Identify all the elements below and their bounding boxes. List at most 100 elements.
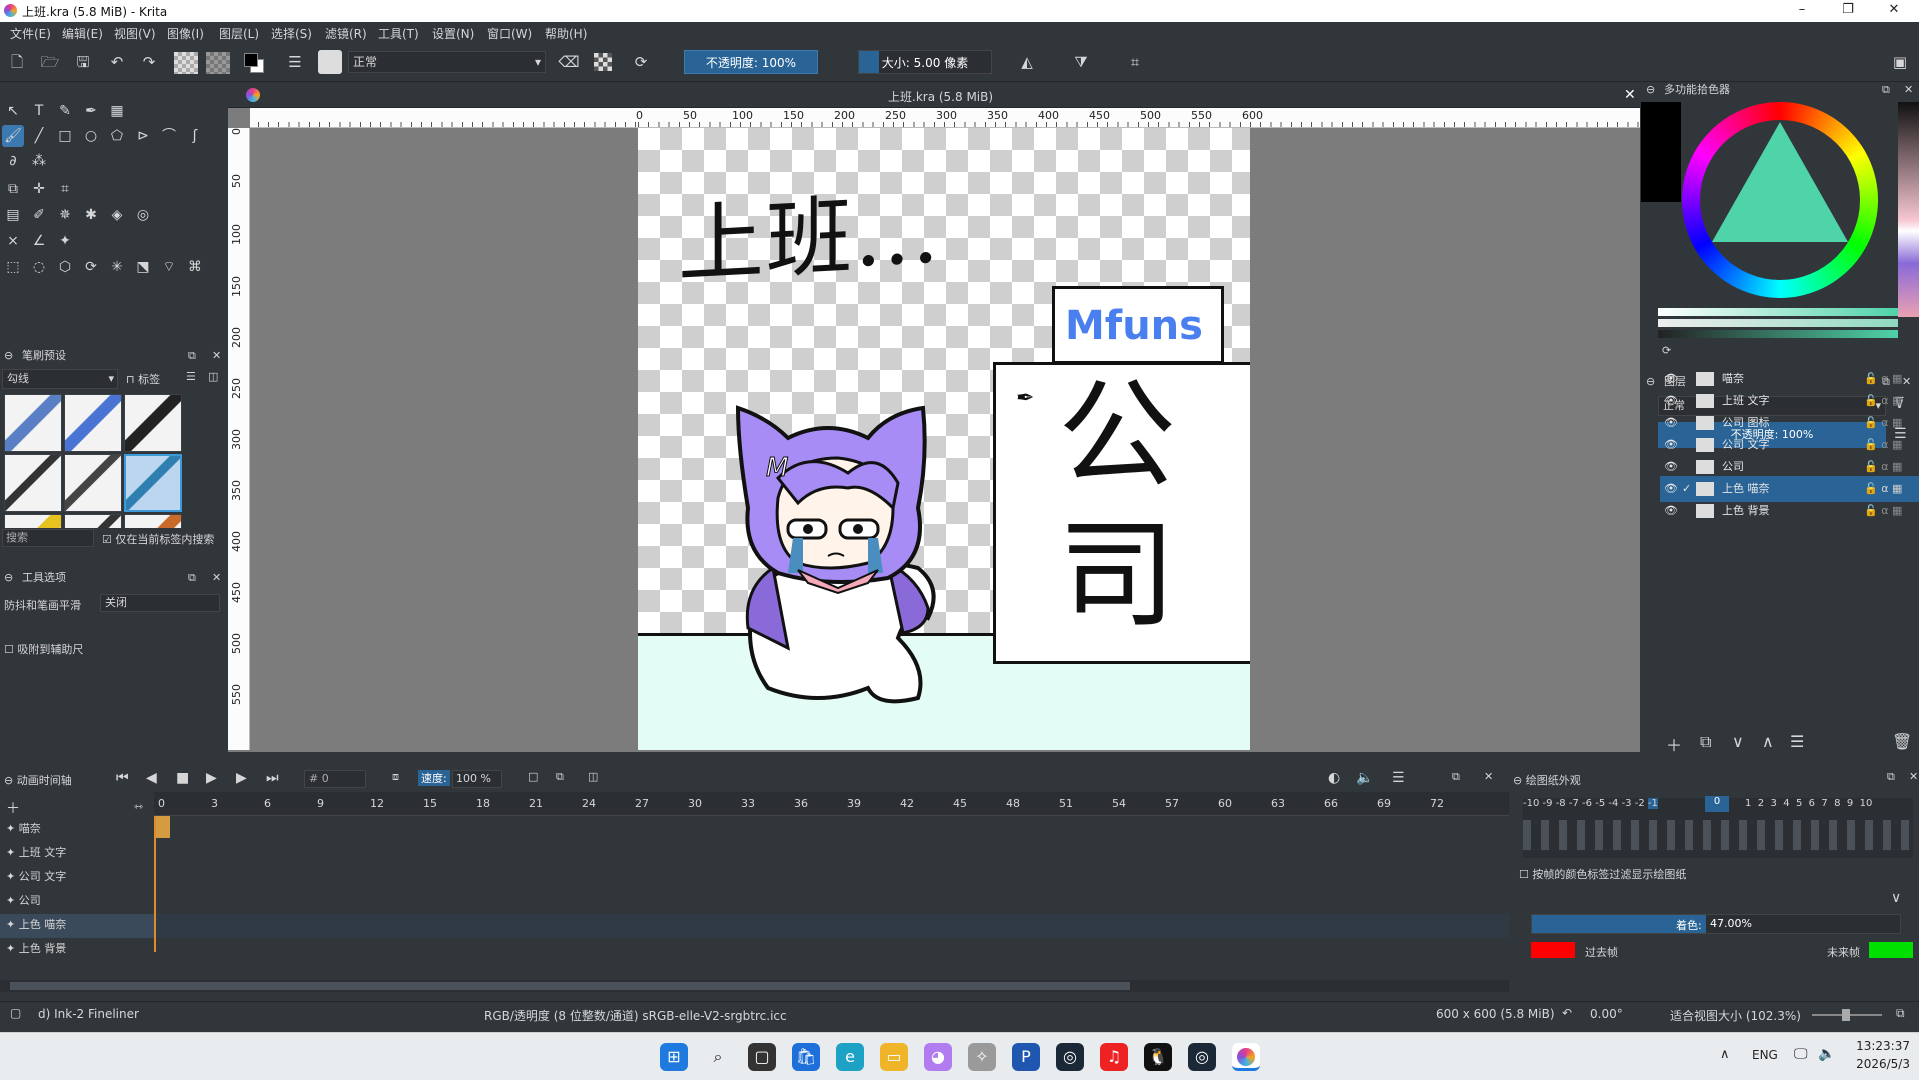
lock-icon[interactable]: ⊖ — [4, 568, 13, 588]
assistant-ruler-icon[interactable]: ⨯ — [2, 230, 24, 252]
frame-number-input[interactable]: # 0 — [304, 770, 366, 788]
vertical-ruler[interactable]: 0 50 100 150 200 250 300 350 400 450 500… — [228, 128, 250, 750]
rotation-value[interactable]: 0.00° — [1590, 1007, 1623, 1021]
playhead[interactable] — [154, 816, 170, 838]
volume-icon[interactable]: 🔈 — [1818, 1046, 1835, 1062]
menu-tools[interactable]: 工具(T) — [378, 25, 419, 42]
close-docker-icon[interactable]: ✕ — [212, 346, 221, 366]
add-layer-icon[interactable]: ＋ — [6, 798, 20, 818]
steam-icon[interactable]: ◎ — [1056, 1043, 1084, 1071]
open-folder-icon[interactable]: 🗁 — [39, 51, 61, 73]
brush-settings-icon[interactable]: ☰ — [284, 51, 306, 73]
qq-icon[interactable]: 🐧 — [1144, 1043, 1172, 1071]
save-icon[interactable]: 🖫 — [72, 51, 94, 73]
brush-preset-fineliner-selected[interactable] — [124, 454, 182, 512]
steam-icon-2[interactable]: ◎ — [1188, 1043, 1216, 1071]
undo-icon[interactable]: ↶ — [106, 51, 128, 73]
brush-preset-icon[interactable] — [318, 50, 342, 74]
freehand-path-icon[interactable]: ʃ — [184, 125, 206, 147]
saturation-slider[interactable] — [1658, 308, 1898, 316]
fullscreen-icon[interactable]: ⧉ — [1896, 1006, 1905, 1021]
move-up-icon[interactable]: ∧ — [1762, 732, 1774, 751]
brush-search-input[interactable]: 搜索 — [2, 529, 94, 547]
brush-preset-marker[interactable] — [124, 394, 182, 452]
onion-current-frame[interactable]: 0 — [1705, 796, 1729, 812]
menu-select[interactable]: 选择(S) — [271, 25, 312, 42]
float-docker-icon[interactable]: ⧉ — [1882, 80, 1890, 100]
close-docker-icon[interactable]: ✕ — [1484, 770, 1493, 783]
onion-filter-checkbox[interactable]: ☐ 按帧的颜色标签过滤显示绘图纸 — [1519, 866, 1686, 882]
color-triangle[interactable] — [1712, 122, 1848, 242]
p-app-icon[interactable]: P — [1012, 1043, 1040, 1071]
timeline-layer[interactable]: ✦ 上班 文字 — [6, 844, 66, 860]
layer-properties-icon[interactable]: ☰ — [1790, 732, 1804, 751]
bezier-select-icon[interactable]: ⌔ — [158, 256, 180, 278]
transform-tool-icon[interactable]: ⧉ — [2, 178, 24, 200]
close-window-button[interactable]: ✕ — [1871, 0, 1917, 22]
measure-tool-icon[interactable]: ∠ — [28, 230, 50, 252]
horizontal-ruler[interactable]: 0 50 100 150 200 250 300 350 400 450 500… — [250, 108, 1640, 128]
menu-help[interactable]: 帮助(H) — [545, 25, 587, 42]
blend-mode-select[interactable]: 正常 ▾ — [348, 51, 546, 73]
float-docker-icon[interactable]: ⧉ — [188, 568, 196, 588]
lock-alpha-icons[interactable]: 🔓 α ▦ — [1864, 498, 1902, 524]
recent-colors-strip[interactable] — [1898, 102, 1919, 317]
close-docker-icon[interactable]: ✕ — [1909, 770, 1918, 783]
move-tool-icon[interactable]: ✛ — [28, 178, 50, 200]
task-view-icon[interactable]: ▢ — [748, 1043, 776, 1071]
assistant-tool-icon[interactable]: ▦ — [106, 100, 128, 122]
preserve-alpha-icon[interactable] — [594, 53, 612, 71]
dynamic-brush-icon[interactable]: ∂ — [2, 150, 24, 172]
tint-slider[interactable]: 着色: 47.00% — [1531, 914, 1901, 934]
menu-view[interactable]: 视图(V) — [114, 25, 156, 42]
onion-opacity-bars[interactable] — [1523, 820, 1913, 850]
frame-ruler[interactable]: 0 3 6 9 12 15 18 21 24 27 30 33 36 39 42 45 48 51 54 57 60 63… — [154, 792, 1509, 816]
menu-file[interactable]: 文件(E) — [10, 25, 51, 42]
float-docker-icon[interactable]: ⧉ — [1452, 770, 1460, 784]
gradient-swatch-icon[interactable] — [174, 52, 198, 74]
color-picker-icon[interactable]: ✐ — [28, 204, 50, 226]
enclose-fill-icon[interactable]: ◎ — [132, 204, 154, 226]
lock-icon[interactable]: ⊖ — [4, 774, 13, 787]
tag-button[interactable]: ⊓ 标签 — [126, 371, 160, 387]
mirror-vertical-icon[interactable]: ⧩ — [1070, 51, 1092, 73]
delete-layer-icon[interactable]: 🗑 — [1892, 732, 1912, 751]
opacity-slider[interactable]: 不透明度: 100% — [684, 50, 818, 74]
previous-frame-color-swatch[interactable] — [1531, 942, 1575, 958]
float-docker-icon[interactable]: ⧉ — [1887, 770, 1895, 784]
stop-icon[interactable]: ■ — [176, 770, 189, 786]
line-tool-icon[interactable]: ╱ — [28, 125, 50, 147]
colorize-mask-icon[interactable]: ✱ — [80, 204, 102, 226]
value-slider[interactable] — [1658, 319, 1898, 327]
snap-to-assistant-checkbox[interactable]: ☐ 吸附到辅助尺 — [4, 641, 83, 657]
prev-frame-icon[interactable]: ◀ — [146, 770, 157, 786]
freehand-brush-icon[interactable]: 🖌 — [2, 125, 24, 147]
lock-icon[interactable]: ⊖ — [1646, 80, 1655, 100]
timeline-layer[interactable]: ✦ 公司 — [6, 892, 41, 908]
drop-frames-icon[interactable]: ⧉ — [556, 770, 564, 784]
new-document-icon[interactable]: 🗋 — [6, 51, 28, 73]
menu-image[interactable]: 图像(I) — [167, 25, 204, 42]
store-icon[interactable]: 🛍 — [792, 1043, 820, 1071]
brush-preset-brown[interactable] — [124, 514, 182, 528]
clock-time[interactable]: 13:23:37 — [1850, 1039, 1910, 1053]
contiguous-select-icon[interactable]: ✳ — [106, 256, 128, 278]
pin-icon[interactable]: ⇿ — [134, 800, 143, 813]
search-icon[interactable]: ⌕ — [704, 1043, 732, 1071]
redo-icon[interactable]: ↷ — [138, 51, 160, 73]
menu-edit[interactable]: 编辑(E) — [62, 25, 103, 42]
text-tool-icon[interactable]: T — [28, 100, 50, 122]
loop-icon[interactable]: ⧈ — [392, 770, 399, 784]
multibrush-icon[interactable]: ⁂ — [28, 150, 50, 172]
color-hue-ring[interactable] — [1682, 102, 1878, 298]
brush-preset-pen[interactable] — [64, 514, 122, 528]
float-docker-icon[interactable]: ⧉ — [188, 346, 196, 366]
minimize-button[interactable]: – — [1779, 0, 1825, 22]
ellipse-select-icon[interactable]: ◌ — [28, 256, 50, 278]
clock-date[interactable]: 2026/5/3 — [1842, 1057, 1910, 1071]
polygon-tool-icon[interactable]: ⬠ — [106, 125, 128, 147]
network-icon[interactable]: 🖵 — [1794, 1046, 1808, 1062]
start-menu-icon[interactable]: ⊞ — [660, 1043, 688, 1071]
layer-row[interactable]: 👁 上色 背景 🔓 α ▦ — [1660, 498, 1919, 524]
auto-key-icon[interactable]: ◫ — [588, 770, 598, 783]
